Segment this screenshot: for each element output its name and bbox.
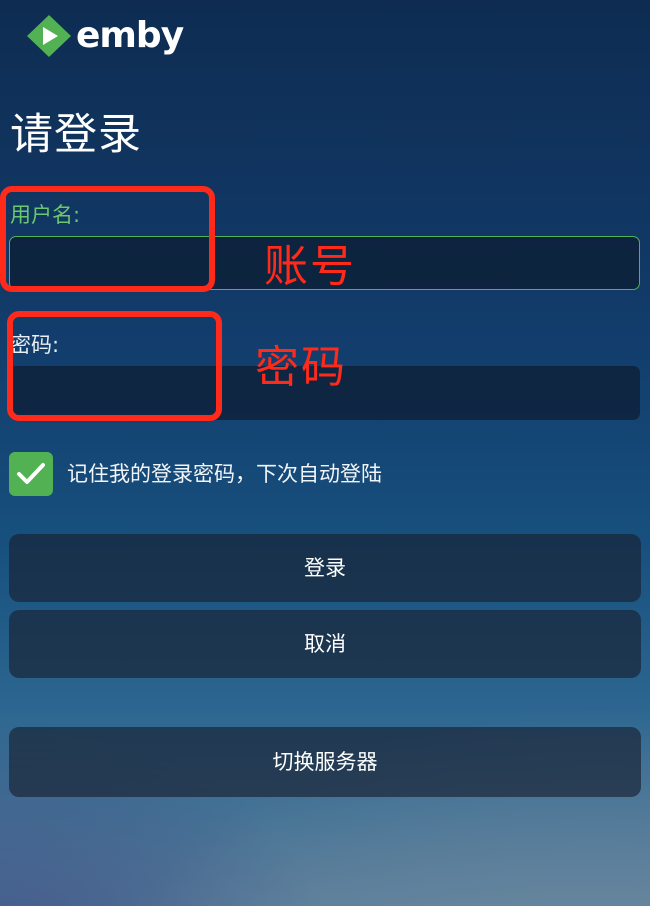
emby-logo: emby [26,14,184,58]
emby-play-diamond-icon [27,15,71,57]
username-annotation-text: 账号 [264,241,356,292]
remember-me-label: 记住我的登录密码，下次自动登陆 [67,462,382,486]
password-annotation-text: 密码 [255,342,347,393]
username-annotation-box [0,186,215,292]
page-title: 请登录 [10,110,142,160]
remember-me-row: 记住我的登录密码，下次自动登陆 [9,451,382,497]
login-button[interactable]: 登录 [9,534,641,602]
cancel-button[interactable]: 取消 [9,610,641,678]
brand-name: emby [76,15,184,56]
switch-server-button[interactable]: 切换服务器 [9,727,641,797]
remember-me-checkbox[interactable] [9,452,53,496]
checkmark-icon [17,463,45,484]
password-annotation-box [7,311,222,421]
